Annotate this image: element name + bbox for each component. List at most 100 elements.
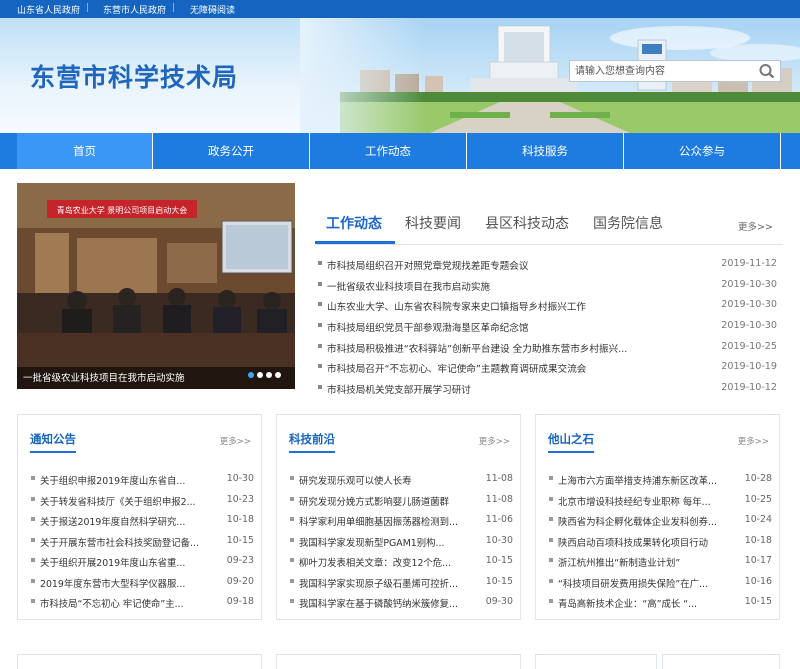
- item-title[interactable]: 研究发现分娩方式影响婴儿肠道菌群: [299, 494, 449, 508]
- item-title[interactable]: 关于开展东营市社会科技奖励登记备...: [40, 535, 199, 549]
- item-title[interactable]: 我国科学家在基于磷酸钙纳米簇修复...: [299, 596, 458, 610]
- notices-box: 通知公告 更多>> 关于组织申报2019年度山东省自... 10-30 关于转发省…: [17, 414, 262, 620]
- list-item[interactable]: 关于组织申报2019年度山东省自... 10-30: [28, 470, 254, 491]
- nav-home[interactable]: 首页: [17, 133, 153, 169]
- link-shandong-gov[interactable]: 山东省人民政府: [17, 3, 80, 16]
- item-title[interactable]: 柳叶刀发表相关文章：改变12个危...: [299, 555, 451, 569]
- carousel-dot-2[interactable]: [257, 372, 263, 378]
- bullet: [290, 599, 294, 603]
- item-date: 10-17: [744, 555, 772, 566]
- more-link[interactable]: 更多>>: [738, 435, 769, 447]
- list-item[interactable]: 市科技局组织召开对照党章党规找差距专题会议 2019-11-12: [315, 255, 777, 276]
- list-item[interactable]: 陕西启动百项科技成果转化项目行动 10-18: [546, 532, 772, 553]
- news-title[interactable]: 山东农业大学、山东省农科院专家来史口镇指导乡村振兴工作: [327, 299, 586, 313]
- list-item[interactable]: 市科技局积极推进“农科驿站”创新平台建设 全力助推东营市乡村振兴... 2019-…: [315, 338, 777, 359]
- list-item[interactable]: 市科技局机关党支部开展学习研讨 2019-10-12: [315, 379, 777, 400]
- search-input[interactable]: [570, 61, 750, 81]
- news-tabs: 工作动态 科技要闻 县区科技动态 国务院信息: [315, 205, 783, 245]
- item-title[interactable]: “科技项目研发费用损失保险”在广...: [558, 576, 708, 590]
- nav-public-participation[interactable]: 公众参与: [624, 133, 781, 169]
- box-title[interactable]: 通知公告: [30, 431, 76, 447]
- list-item[interactable]: 关于报送2019年度自然科学研究... 10-18: [28, 511, 254, 532]
- search-icon[interactable]: [758, 63, 776, 79]
- news-title[interactable]: 市科技局组织党员干部参观渤海垦区革命纪念馆: [327, 320, 528, 334]
- box-title[interactable]: 他山之石: [548, 431, 594, 447]
- list-item[interactable]: 上海市六方面举措支持浦东新区改革... 10-28: [546, 470, 772, 491]
- carousel-dot-1[interactable]: [248, 372, 254, 378]
- news-title[interactable]: 市科技局召开“不忘初心、牢记使命”主题教育调研成果交流会: [327, 361, 586, 375]
- carousel-dot-4[interactable]: [275, 372, 281, 378]
- list-item[interactable]: 科学家利用单细胞基因振荡器检测到... 11-06: [287, 511, 513, 532]
- item-title[interactable]: 关于报送2019年度自然科学研究...: [40, 514, 185, 528]
- list-item[interactable]: 市科技局组织党员干部参观渤海垦区革命纪念馆 2019-10-30: [315, 317, 777, 338]
- news-title[interactable]: 市科技局积极推进“农科驿站”创新平台建设 全力助推东营市乡村振兴...: [327, 341, 627, 355]
- nav-work-news[interactable]: 工作动态: [310, 133, 467, 169]
- item-title[interactable]: 关于转发省科技厅《关于组织申报2...: [40, 494, 196, 508]
- item-title[interactable]: 浙江杭州推出“新制造业计划”: [558, 555, 680, 569]
- list-item[interactable]: 市科技局“不忘初心 牢记使命”主... 09-18: [28, 593, 254, 614]
- item-title[interactable]: 我国科学家发现新型PGAM1别构...: [299, 535, 444, 549]
- tab-county-news[interactable]: 县区科技动态: [485, 213, 569, 233]
- bullet: [290, 578, 294, 583]
- link-accessibility[interactable]: 无障碍阅读: [190, 3, 235, 16]
- item-date: 10-30: [485, 534, 513, 546]
- item-title[interactable]: 陕西启动百项科技成果转化项目行动: [558, 535, 708, 549]
- news-title[interactable]: 市科技局机关党支部开展学习研讨: [327, 382, 471, 396]
- item-title[interactable]: 上海市六方面举措支持浦东新区改革...: [558, 473, 717, 487]
- item-title[interactable]: 市科技局“不忘初心 牢记使命”主...: [40, 596, 184, 610]
- list-item[interactable]: 我国科学家实现原子级石墨烯可控折... 10-15: [287, 573, 513, 594]
- news-date: 2019-10-30: [721, 278, 777, 290]
- list-item[interactable]: 关于转发省科技厅《关于组织申报2... 10-23: [28, 491, 254, 512]
- list-item[interactable]: 关于组织开展2019年度山东省重... 09-23: [28, 552, 254, 573]
- list-item[interactable]: 研究发现分娩方式影响婴儿肠道菌群 11-08: [287, 491, 513, 512]
- item-title[interactable]: 研究发现乐观可以使人长寿: [299, 473, 412, 487]
- link-dongying-gov[interactable]: 东营市人民政府: [103, 3, 166, 16]
- carousel-dots: [245, 368, 281, 381]
- list-item[interactable]: 我国科学家在基于磷酸钙纳米簇修复... 09-30: [287, 593, 513, 614]
- news-title[interactable]: 一批省级农业科技项目在我市启动实施: [327, 279, 490, 293]
- item-title[interactable]: 关于组织开展2019年度山东省重...: [40, 555, 185, 569]
- separator: |: [172, 3, 176, 13]
- list-item[interactable]: 山东农业大学、山东省农科院专家来史口镇指导乡村振兴工作 2019-10-30: [315, 296, 777, 317]
- list-item[interactable]: 一批省级农业科技项目在我市启动实施 2019-10-30: [315, 276, 777, 297]
- box-title[interactable]: 科技前沿: [289, 431, 335, 447]
- more-link[interactable]: 更多>>: [220, 435, 251, 447]
- item-date: 10-30: [226, 473, 254, 484]
- more-link[interactable]: 更多>>: [479, 435, 510, 447]
- news-date: 2019-10-12: [721, 382, 777, 394]
- list-item[interactable]: 市科技局召开“不忘初心、牢记使命”主题教育调研成果交流会 2019-10-19: [315, 358, 777, 379]
- nav-government-affairs[interactable]: 政务公开: [153, 133, 310, 169]
- item-title[interactable]: 北京市增设科技经纪专业职称 每年...: [558, 494, 711, 508]
- bullet: [549, 599, 553, 603]
- item-title[interactable]: 我国科学家实现原子级石墨烯可控折...: [299, 576, 458, 590]
- list-item[interactable]: 我国科学家发现新型PGAM1别构... 10-30: [287, 532, 513, 553]
- list-item[interactable]: “科技项目研发费用损失保险”在广... 10-16: [546, 573, 772, 594]
- item-title[interactable]: 2019年度东营市大型科学仪器服...: [40, 576, 185, 590]
- list-item[interactable]: 青岛高新技术企业：“高”成长 “... 10-15: [546, 593, 772, 614]
- bullet: [549, 476, 553, 480]
- news-more-link[interactable]: 更多>>: [738, 219, 773, 233]
- nav-tech-services[interactable]: 科技服务: [467, 133, 624, 169]
- news-title[interactable]: 市科技局组织召开对照党章党规找差距专题会议: [327, 258, 528, 272]
- list-item[interactable]: 柳叶刀发表相关文章：改变12个危... 10-15: [287, 552, 513, 573]
- list-item[interactable]: 陕西省为科企孵化载体企业发科创券... 10-24: [546, 511, 772, 532]
- list-item[interactable]: 北京市增设科技经纪专业职称 每年... 10-25: [546, 491, 772, 512]
- item-title[interactable]: 关于组织申报2019年度山东省自...: [40, 473, 185, 487]
- item-title[interactable]: 青岛高新技术企业：“高”成长 “...: [558, 596, 697, 610]
- item-title[interactable]: 陕西省为科企孵化载体企业发科创券...: [558, 514, 717, 528]
- item-title[interactable]: 科学家利用单细胞基因振荡器检测到...: [299, 514, 458, 528]
- list-item[interactable]: 2019年度东营市大型科学仪器服... 09-20: [28, 573, 254, 594]
- list-item[interactable]: 关于开展东营市社会科技奖励登记备... 10-15: [28, 532, 254, 553]
- other-regions-box: 他山之石 更多>> 上海市六方面举措支持浦东新区改革... 10-28 北京市增设…: [535, 414, 780, 620]
- bullet: [31, 476, 35, 480]
- carousel-dot-3[interactable]: [266, 372, 272, 378]
- list-item[interactable]: 浙江杭州推出“新制造业计划” 10-17: [546, 552, 772, 573]
- news-carousel[interactable]: 青岛农业大学 景明公司项目启动大会 一批省级农业科技项目在我市启动实施: [17, 183, 295, 389]
- bullet: [31, 558, 35, 562]
- list-item[interactable]: 研究发现乐观可以使人长寿 11-08: [287, 470, 513, 491]
- tab-work-news[interactable]: 工作动态: [326, 213, 382, 233]
- site-title[interactable]: 东营市科学技术局: [30, 58, 238, 94]
- tab-tech-news[interactable]: 科技要闻: [405, 213, 461, 233]
- tab-state-council[interactable]: 国务院信息: [593, 213, 663, 233]
- carousel-caption[interactable]: 一批省级农业科技项目在我市启动实施: [23, 370, 185, 384]
